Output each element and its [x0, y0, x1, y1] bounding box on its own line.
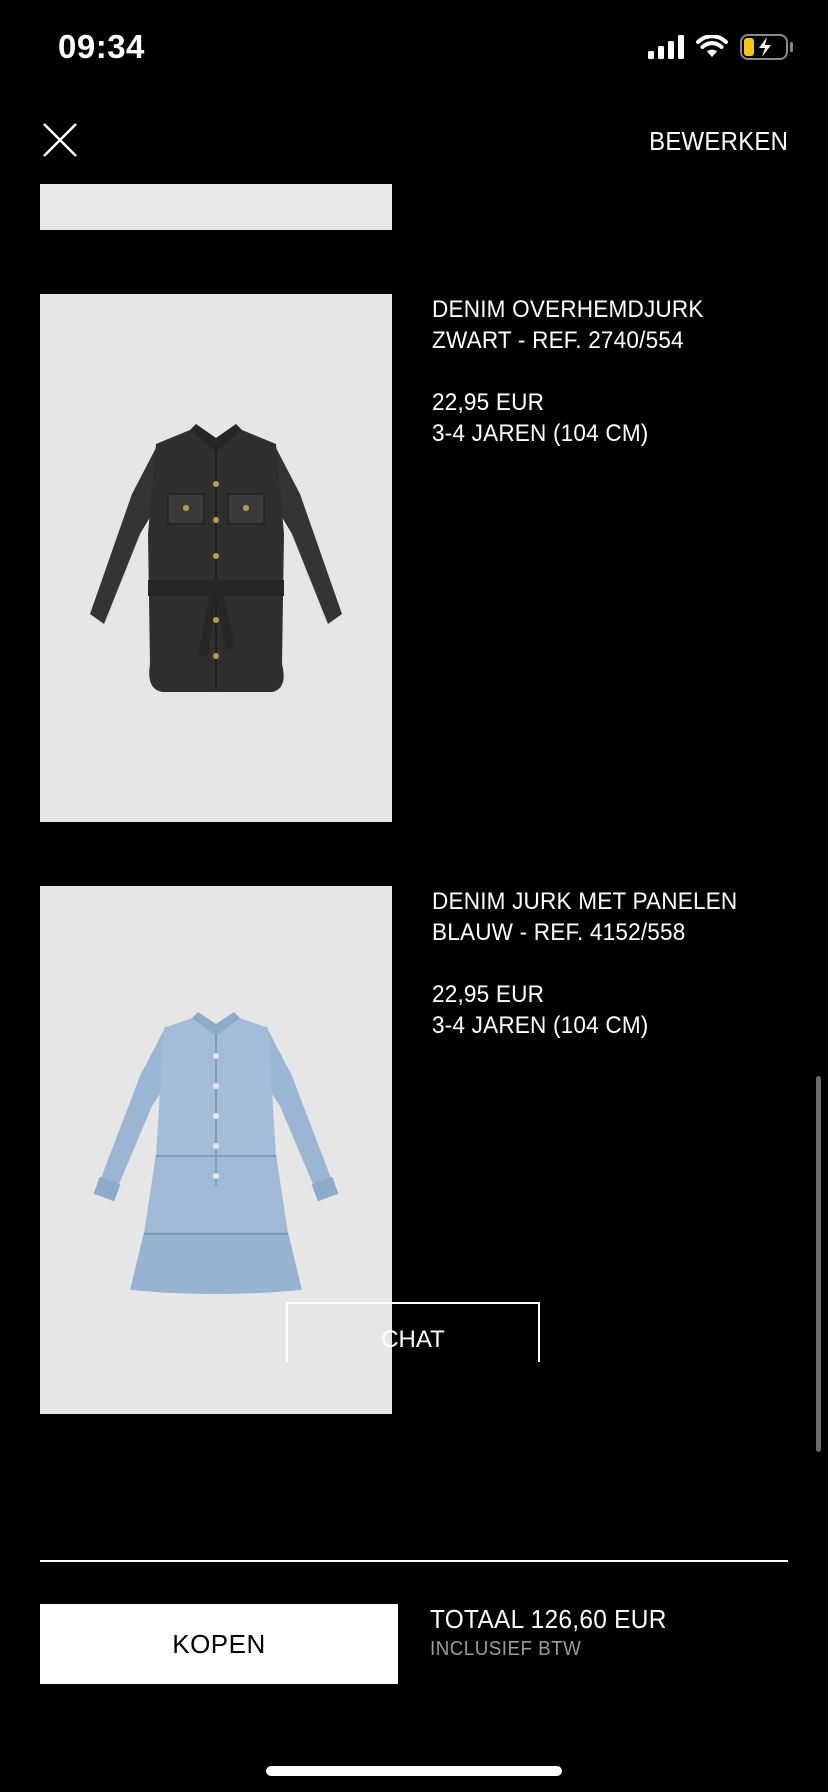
previous-product-image[interactable] [40, 184, 392, 230]
battery-charging-icon [740, 33, 794, 65]
status-time: 09:34 [58, 28, 145, 65]
wifi-icon [696, 33, 728, 64]
black-denim-shirt-dress-image[interactable] [40, 294, 392, 822]
product-price: 22,95 EUR [432, 981, 545, 1008]
product-color-ref: ZWART - REF. 2740/554 [432, 327, 684, 354]
product-name: DENIM OVERHEMDJURK [432, 296, 704, 323]
product-color-ref: BLAUW - REF. 4152/558 [432, 919, 686, 946]
cart-item-info: DENIM JURK MET PANELEN BLAUW - REF. 4152… [432, 886, 789, 1041]
scrollbar[interactable] [816, 1076, 821, 1452]
product-size: 3-4 JAREN (104 CM) [432, 420, 649, 447]
product-price: 22,95 EUR [432, 389, 545, 416]
edit-button[interactable]: BEWERKEN [649, 126, 788, 157]
cart-item-info: DENIM OVERHEMDJURK ZWART - REF. 2740/554… [432, 294, 789, 449]
buy-button[interactable]: KOPEN [40, 1604, 398, 1684]
product-name: DENIM JURK MET PANELEN [432, 888, 738, 915]
close-icon [43, 123, 77, 157]
chat-button-label: CHAT [381, 1326, 445, 1353]
chat-button[interactable]: CHAT [286, 1302, 540, 1362]
status-bar: 09:34 [0, 0, 828, 100]
cart-item: DENIM OVERHEMDJURK ZWART - REF. 2740/554… [40, 294, 828, 822]
divider [40, 1560, 788, 1562]
cellular-signal-icon [648, 34, 684, 64]
product-size: 3-4 JAREN (104 CM) [432, 1012, 649, 1039]
home-indicator[interactable] [266, 1766, 562, 1776]
close-button[interactable] [40, 120, 80, 160]
order-total: TOTAAL 126,60 EUR [430, 1604, 667, 1634]
vat-note: INCLUSIEF BTW [430, 1638, 582, 1660]
status-icons [648, 33, 794, 65]
